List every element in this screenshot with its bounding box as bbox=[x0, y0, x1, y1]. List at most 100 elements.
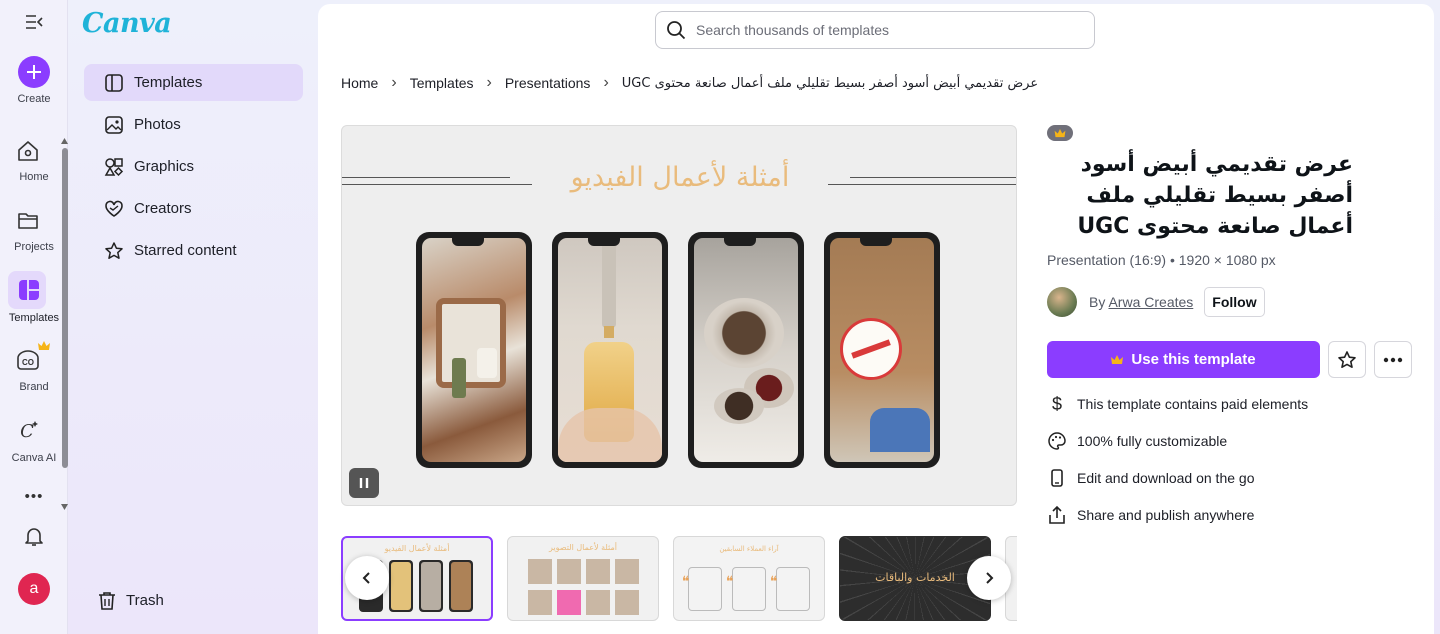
create-button[interactable] bbox=[18, 56, 50, 88]
thumb-caption: أمثلة لأعمال التصوير bbox=[549, 543, 617, 552]
phone-mockup bbox=[416, 232, 532, 468]
search-icon bbox=[667, 21, 686, 40]
slide-title: أمثلة لأعمال الفيديو bbox=[570, 162, 790, 193]
scroll-up-icon[interactable] bbox=[61, 138, 68, 144]
template-preview[interactable]: أمثلة لأعمال الفيديو bbox=[341, 125, 1017, 506]
template-meta: Presentation (16:9) • 1920 × 1080 px bbox=[1047, 252, 1276, 268]
author-link[interactable]: Arwa Creates bbox=[1108, 294, 1193, 310]
nav-label: Photos bbox=[134, 116, 181, 133]
nav-item-starred[interactable]: Starred content bbox=[84, 232, 303, 269]
folder-icon[interactable] bbox=[16, 208, 40, 232]
thumb-caption: آراء العملاء السابقين bbox=[719, 545, 779, 553]
by-prefix: By bbox=[1089, 294, 1106, 310]
nav-label: Graphics bbox=[134, 158, 195, 175]
rail-item-templates[interactable]: Templates bbox=[0, 312, 68, 324]
creators-icon bbox=[105, 200, 123, 217]
follow-button[interactable]: Follow bbox=[1204, 287, 1265, 317]
author-byline: By Arwa Creates bbox=[1089, 294, 1193, 310]
svg-text:CO: CO bbox=[22, 358, 34, 367]
more-options-button[interactable] bbox=[1374, 341, 1412, 378]
feature-item: 100% fully customizable bbox=[1047, 422, 1417, 459]
chevron-left-icon bbox=[362, 572, 370, 584]
star-icon bbox=[1338, 350, 1356, 368]
video-frame-image bbox=[694, 238, 798, 462]
plus-icon bbox=[27, 65, 41, 79]
mobile-icon bbox=[1051, 468, 1063, 487]
nav-item-photos[interactable]: Photos bbox=[84, 106, 303, 143]
breadcrumb-templates[interactable]: Templates bbox=[410, 75, 474, 91]
search-bar[interactable] bbox=[655, 11, 1095, 49]
thumbnail-slide-3[interactable]: آراء العملاء السابقين ❝ ❝ ❝ bbox=[673, 536, 825, 621]
pause-button[interactable] bbox=[349, 468, 379, 498]
canva-ai-icon[interactable]: C bbox=[16, 418, 40, 442]
author-avatar[interactable] bbox=[1047, 287, 1077, 317]
home-icon[interactable] bbox=[16, 139, 40, 163]
thumb-caption: أمثلة لأعمال الفيديو bbox=[384, 544, 450, 553]
nav-label: Creators bbox=[134, 200, 192, 217]
trash-icon bbox=[99, 591, 115, 610]
feature-label: Edit and download on the go bbox=[1077, 469, 1255, 486]
chevron-right-icon bbox=[986, 572, 994, 584]
template-details: عرض تقديمي أبيض أسود أصفر بسيط تقليلي مل… bbox=[1047, 125, 1417, 533]
templates-icon[interactable] bbox=[17, 278, 41, 302]
canva-logo[interactable]: Canva bbox=[82, 8, 172, 39]
nav-item-graphics[interactable]: Graphics bbox=[84, 148, 303, 185]
rail-item-home[interactable]: Home bbox=[0, 171, 68, 183]
main-panel: Home › Templates › Presentations › عرض ت… bbox=[318, 4, 1434, 634]
collapse-menu-icon[interactable] bbox=[24, 12, 44, 32]
svg-text:C: C bbox=[20, 421, 34, 442]
crown-icon bbox=[1111, 354, 1124, 364]
nav-label: Templates bbox=[134, 74, 203, 91]
crown-icon bbox=[38, 341, 50, 350]
photos-icon bbox=[105, 115, 123, 134]
nav-item-trash[interactable]: Trash bbox=[84, 582, 303, 619]
thumbnail-strip: أمثلة لأعمال الفيديو أمثلة لأعمال التصوي… bbox=[341, 535, 1017, 623]
breadcrumb-current: عرض تقديمي أبيض أسود أصفر بسيط تقليلي مل… bbox=[621, 75, 1039, 91]
breadcrumb: Home › Templates › Presentations › عرض ت… bbox=[341, 74, 1038, 92]
feature-list: $ This template contains paid elements 1… bbox=[1047, 385, 1417, 533]
crown-icon bbox=[1054, 128, 1066, 137]
user-avatar[interactable]: a bbox=[18, 573, 50, 605]
search-input[interactable] bbox=[696, 22, 1076, 38]
svg-text:$: $ bbox=[1052, 394, 1062, 414]
chevron-right-icon: › bbox=[391, 74, 397, 91]
use-template-button[interactable]: Use this template bbox=[1047, 341, 1320, 378]
breadcrumb-home[interactable]: Home bbox=[341, 75, 378, 91]
feature-label: 100% fully customizable bbox=[1077, 432, 1228, 449]
phone-mockup bbox=[552, 232, 668, 468]
carousel-prev-button[interactable] bbox=[345, 556, 389, 600]
more-icon[interactable]: ••• bbox=[0, 488, 68, 505]
template-title: عرض تقديمي أبيض أسود أصفر بسيط تقليلي مل… bbox=[1077, 152, 1353, 239]
video-frame-image bbox=[422, 238, 526, 462]
star-button[interactable] bbox=[1328, 341, 1366, 378]
graphics-icon bbox=[104, 157, 124, 176]
use-template-label: Use this template bbox=[1131, 351, 1256, 368]
share-icon bbox=[1049, 505, 1065, 524]
more-horizontal-icon bbox=[1383, 357, 1403, 362]
dollar-icon: $ bbox=[1052, 394, 1062, 414]
rail-scrollbar[interactable] bbox=[61, 138, 68, 510]
author-row: By Arwa Creates Follow bbox=[1047, 287, 1417, 317]
brand-icon[interactable]: CO bbox=[16, 348, 40, 372]
rail-item-canva-ai[interactable]: Canva AI bbox=[0, 452, 68, 464]
templates-icon bbox=[105, 73, 123, 92]
palette-icon bbox=[1048, 431, 1066, 450]
phone-mockup bbox=[688, 232, 804, 468]
nav-label: Starred content bbox=[134, 242, 237, 259]
chevron-right-icon: › bbox=[486, 74, 492, 91]
video-frame-image bbox=[558, 238, 662, 462]
feature-item: Edit and download on the go bbox=[1047, 459, 1417, 496]
feature-item: $ This template contains paid elements bbox=[1047, 385, 1417, 422]
breadcrumb-presentations[interactable]: Presentations bbox=[505, 75, 591, 91]
carousel-next-button[interactable] bbox=[967, 556, 1011, 600]
bell-icon[interactable] bbox=[22, 524, 46, 548]
nav-item-templates[interactable]: Templates bbox=[84, 64, 303, 101]
thumbnail-slide-2[interactable]: أمثلة لأعمال التصوير bbox=[507, 536, 659, 621]
rail-item-projects[interactable]: Projects bbox=[0, 241, 68, 253]
side-nav: Canva Templates Photos Graphics Creators… bbox=[68, 0, 318, 634]
scroll-down-icon[interactable] bbox=[61, 504, 68, 510]
action-row: Use this template bbox=[1047, 341, 1417, 378]
star-icon bbox=[105, 241, 123, 259]
nav-item-creators[interactable]: Creators bbox=[84, 190, 303, 227]
rail-item-brand[interactable]: Brand bbox=[0, 381, 68, 393]
